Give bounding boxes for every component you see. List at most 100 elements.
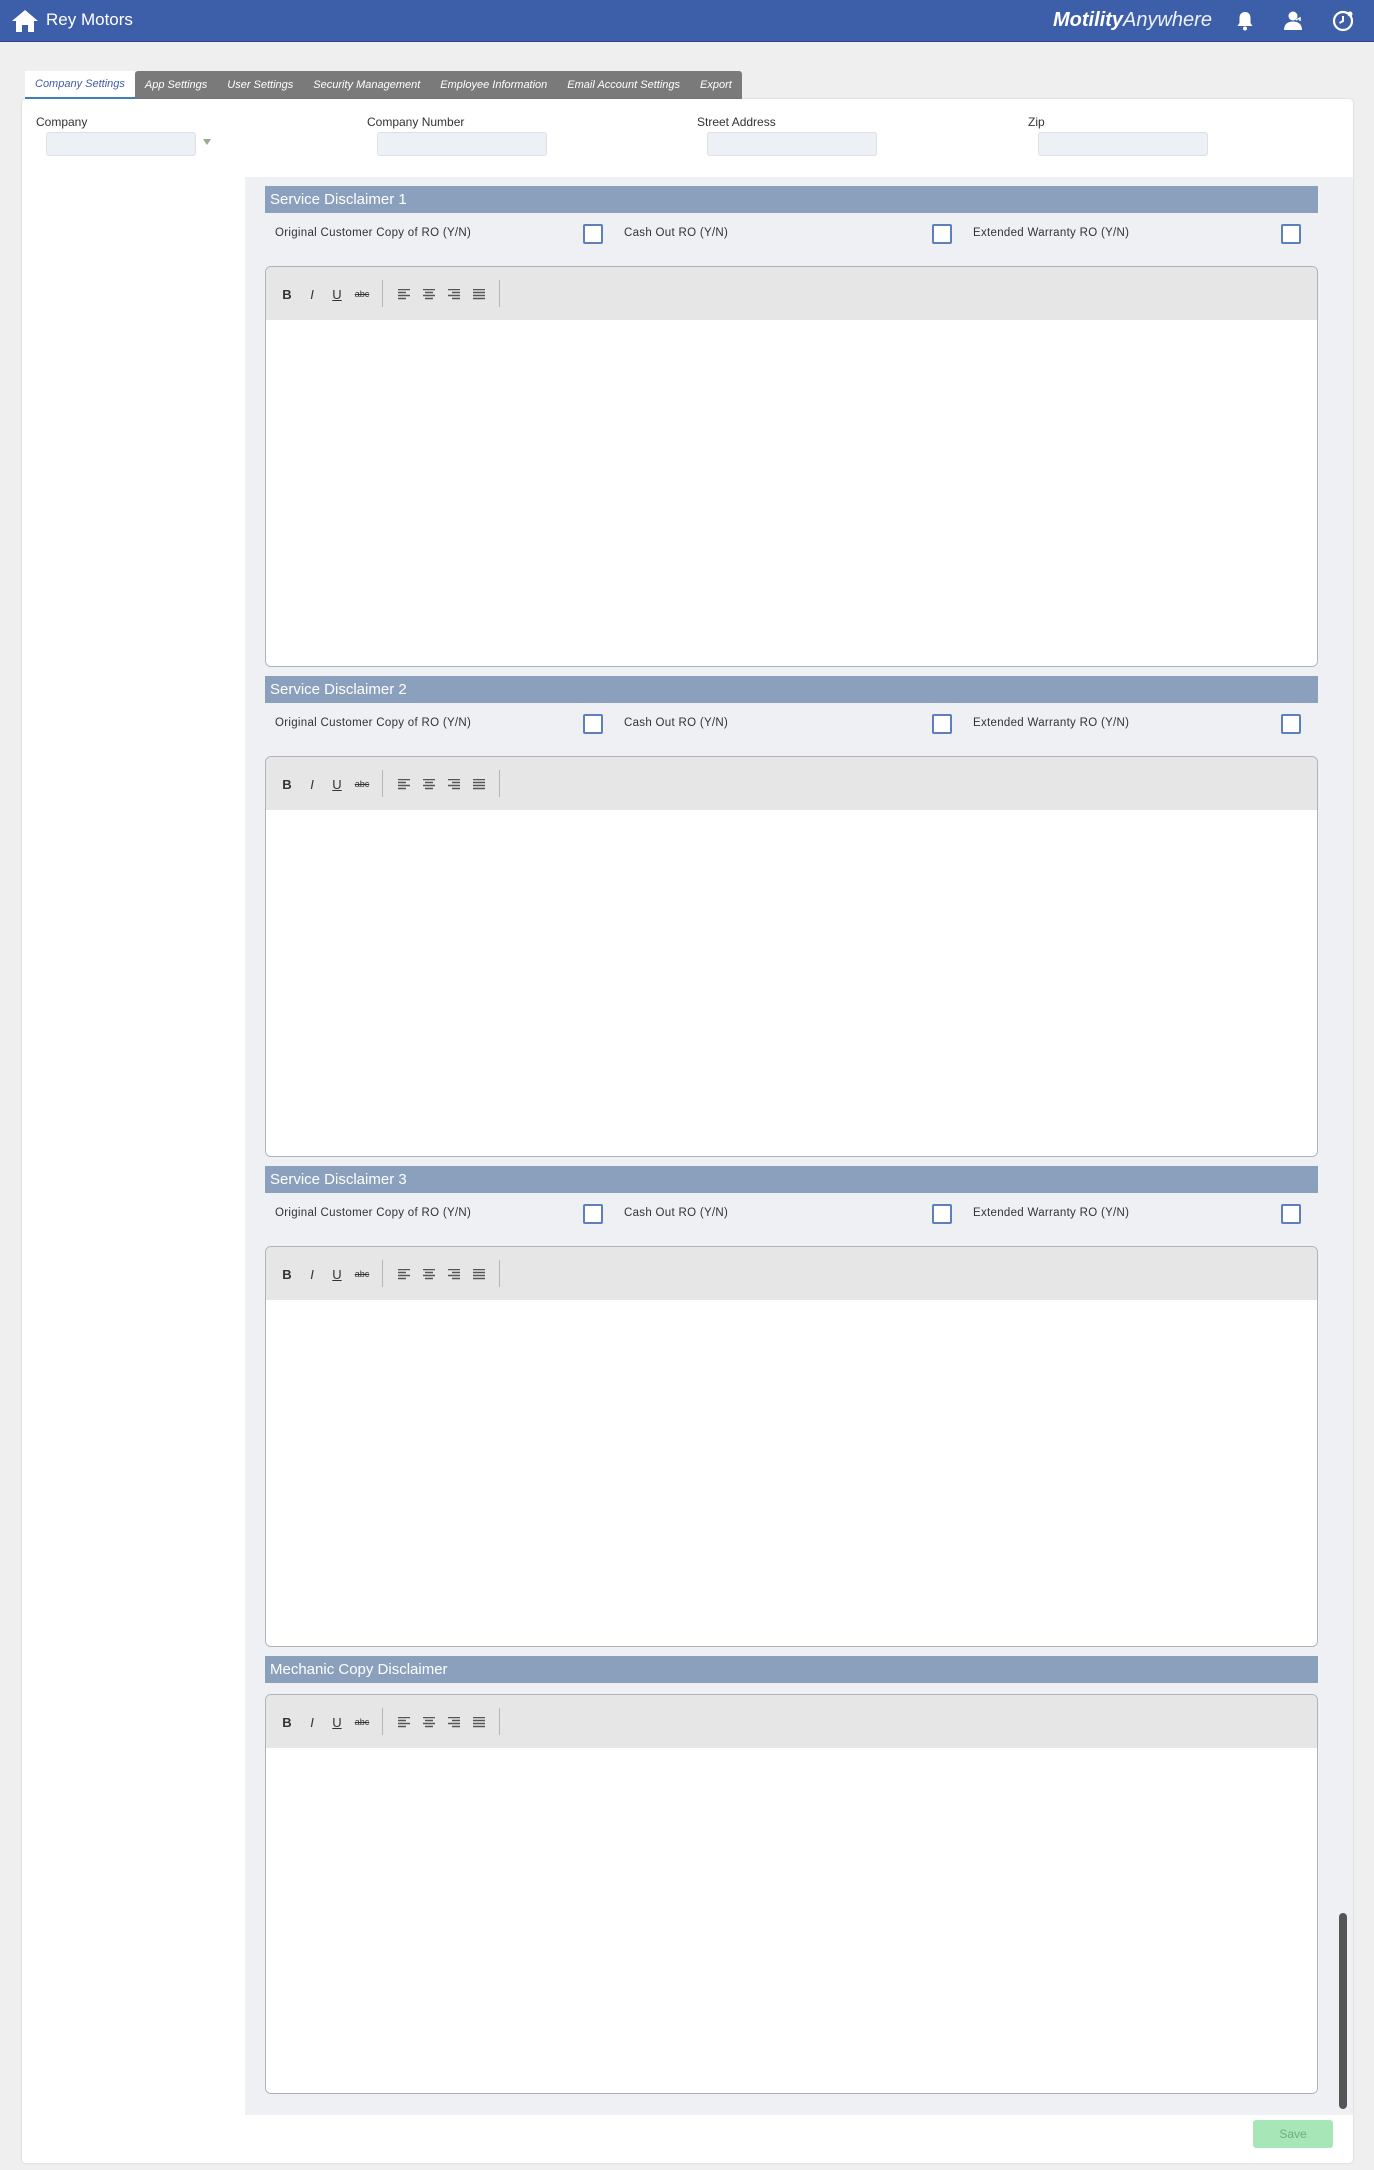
italic-button[interactable]: I — [302, 773, 322, 795]
rich-text-editor: B I U abc — [265, 1246, 1318, 1647]
underline-button[interactable]: U — [327, 1711, 347, 1733]
zip-field[interactable] — [1038, 132, 1208, 156]
section-title: Mechanic Copy Disclaimer — [265, 1656, 1318, 1683]
editor-content[interactable] — [266, 320, 1317, 666]
tab-email-account-settings[interactable]: Email Account Settings — [557, 71, 690, 99]
toolbar-divider — [499, 1708, 500, 1735]
tab-security-management[interactable]: Security Management — [303, 71, 431, 99]
editor-toolbar: B I U abc — [266, 1247, 1317, 1300]
original-copy-checkbox[interactable] — [583, 224, 603, 244]
checkbox-row: Original Customer Copy of RO (Y/N) Cash … — [275, 714, 1315, 738]
align-left-icon[interactable] — [394, 773, 414, 795]
editor-toolbar: B I U abc — [266, 1695, 1317, 1748]
toolbar-divider — [499, 1260, 500, 1287]
bold-button[interactable]: B — [277, 1711, 297, 1733]
extended-warranty-label: Extended Warranty RO (Y/N) — [973, 1207, 1130, 1219]
zip-label: Zip — [1028, 115, 1045, 129]
rich-text-editor: B I U abc — [265, 756, 1318, 1157]
italic-button[interactable]: I — [302, 1263, 322, 1285]
tab-app-settings[interactable]: App Settings — [134, 71, 218, 99]
original-copy-label: Original Customer Copy of RO (Y/N) — [275, 717, 472, 729]
tab-export[interactable]: Export — [690, 71, 742, 99]
align-left-icon[interactable] — [394, 283, 414, 305]
bold-button[interactable]: B — [277, 773, 297, 795]
extended-warranty-label: Extended Warranty RO (Y/N) — [973, 717, 1130, 729]
section-title: Service Disclaimer 3 — [265, 1166, 1318, 1193]
checkbox-row: Original Customer Copy of RO (Y/N) Cash … — [275, 224, 1315, 248]
strikethrough-button[interactable]: abc — [352, 1711, 372, 1733]
align-right-icon[interactable] — [444, 773, 464, 795]
extended-warranty-label: Extended Warranty RO (Y/N) — [973, 227, 1130, 239]
align-justify-icon[interactable] — [469, 283, 489, 305]
cash-out-label: Cash Out RO (Y/N) — [624, 717, 729, 729]
cash-out-label: Cash Out RO (Y/N) — [624, 1207, 729, 1219]
align-left-icon[interactable] — [394, 1711, 414, 1733]
align-justify-icon[interactable] — [469, 1263, 489, 1285]
toolbar-divider — [382, 1260, 383, 1287]
cash-out-checkbox[interactable] — [932, 224, 952, 244]
tab-employee-information[interactable]: Employee Information — [430, 71, 558, 99]
chevron-down-icon[interactable] — [203, 139, 211, 145]
align-right-icon[interactable] — [444, 1263, 464, 1285]
scrollbar-track[interactable] — [1337, 177, 1349, 2115]
underline-button[interactable]: U — [327, 773, 347, 795]
align-left-icon[interactable] — [394, 1263, 414, 1285]
editor-toolbar: B I U abc — [266, 757, 1317, 810]
app-name[interactable]: Rey Motors — [46, 10, 133, 30]
strikethrough-button[interactable]: abc — [352, 773, 372, 795]
editor-toolbar: B I U abc — [266, 267, 1317, 320]
align-right-icon[interactable] — [444, 1711, 464, 1733]
section-title: Service Disclaimer 2 — [265, 676, 1318, 703]
italic-button[interactable]: I — [302, 1711, 322, 1733]
extended-warranty-checkbox[interactable] — [1281, 1204, 1301, 1224]
clock-icon[interactable] — [1331, 9, 1355, 33]
company-number-label: Company Number — [367, 115, 465, 129]
extended-warranty-checkbox[interactable] — [1281, 224, 1301, 244]
underline-button[interactable]: U — [327, 283, 347, 305]
italic-button[interactable]: I — [302, 283, 322, 305]
toolbar-divider — [499, 770, 500, 797]
save-button[interactable]: Save — [1253, 2120, 1333, 2148]
align-center-icon[interactable] — [419, 1263, 439, 1285]
bell-icon[interactable] — [1233, 9, 1257, 33]
align-center-icon[interactable] — [419, 283, 439, 305]
align-justify-icon[interactable] — [469, 773, 489, 795]
user-icon[interactable] — [1281, 9, 1305, 33]
section-title: Service Disclaimer 1 — [265, 186, 1318, 213]
bold-button[interactable]: B — [277, 1263, 297, 1285]
original-copy-label: Original Customer Copy of RO (Y/N) — [275, 1207, 472, 1219]
brand-logo: MotilityAnywhere — [1053, 9, 1212, 31]
scrollbar-thumb[interactable] — [1339, 1913, 1347, 2109]
underline-button[interactable]: U — [327, 1263, 347, 1285]
toolbar-divider — [382, 1708, 383, 1735]
company-select[interactable] — [46, 132, 196, 156]
street-address-field[interactable] — [707, 132, 877, 156]
checkbox-row: Original Customer Copy of RO (Y/N) Cash … — [275, 1204, 1315, 1228]
tab-user-settings[interactable]: User Settings — [217, 71, 304, 99]
cash-out-checkbox[interactable] — [932, 714, 952, 734]
align-right-icon[interactable] — [444, 283, 464, 305]
original-copy-label: Original Customer Copy of RO (Y/N) — [275, 227, 472, 239]
extended-warranty-checkbox[interactable] — [1281, 714, 1301, 734]
home-icon[interactable] — [10, 8, 40, 34]
company-label: Company — [36, 115, 88, 129]
top-bar: Rey Motors MotilityAnywhere — [0, 0, 1374, 42]
bold-button[interactable]: B — [277, 283, 297, 305]
toolbar-divider — [499, 280, 500, 307]
cash-out-label: Cash Out RO (Y/N) — [624, 227, 729, 239]
editor-content[interactable] — [266, 810, 1317, 1156]
align-justify-icon[interactable] — [469, 1711, 489, 1733]
street-address-label: Street Address — [697, 115, 776, 129]
editor-content[interactable] — [266, 1748, 1317, 2093]
original-copy-checkbox[interactable] — [583, 1204, 603, 1224]
cash-out-checkbox[interactable] — [932, 1204, 952, 1224]
tab-company-settings[interactable]: Company Settings — [25, 71, 135, 99]
original-copy-checkbox[interactable] — [583, 714, 603, 734]
editor-content[interactable] — [266, 1300, 1317, 1646]
strikethrough-button[interactable]: abc — [352, 283, 372, 305]
strikethrough-button[interactable]: abc — [352, 1263, 372, 1285]
align-center-icon[interactable] — [419, 1711, 439, 1733]
rich-text-editor: B I U abc — [265, 266, 1318, 667]
align-center-icon[interactable] — [419, 773, 439, 795]
company-number-field[interactable] — [377, 132, 547, 156]
